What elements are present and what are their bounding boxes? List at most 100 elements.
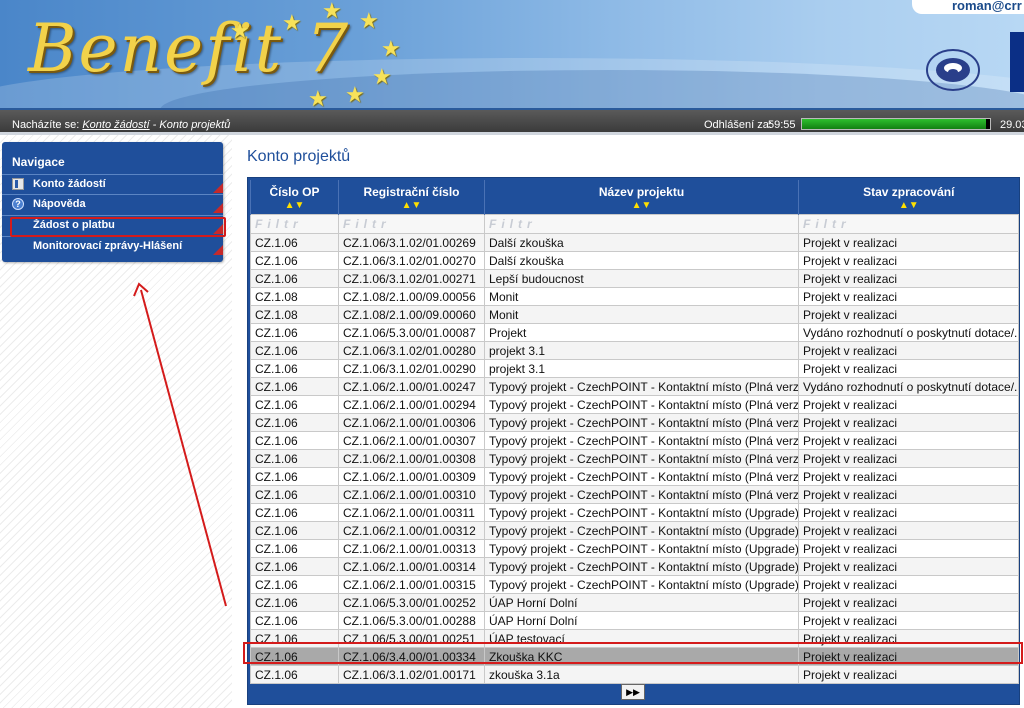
star-icon: ★ bbox=[359, 8, 379, 33]
filter-cell[interactable]: Filtr bbox=[250, 214, 339, 234]
table-cell: Monit bbox=[484, 287, 799, 306]
table-cell: Typový projekt - CzechPOINT - Kontaktní … bbox=[484, 521, 799, 540]
table-cell: CZ.1.06/2.1.00/01.00306 bbox=[338, 413, 485, 432]
table-row[interactable]: CZ.1.06 CZ.1.06/2.1.00/01.00294 Typový pro… bbox=[250, 395, 1019, 414]
table-cell: CZ.1.06/2.1.00/01.00309 bbox=[338, 467, 485, 486]
table-row[interactable]: CZ.1.06 CZ.1.06/3.1.02/01.00290 projekt 3.… bbox=[250, 359, 1019, 378]
column-header-op[interactable]: Číslo OP ▲▼ bbox=[250, 180, 339, 215]
ministry-color-block bbox=[1010, 32, 1024, 92]
filter-cell[interactable]: Filtr bbox=[484, 214, 799, 234]
table-row[interactable]: CZ.1.06 CZ.1.06/2.1.00/01.00306 Typový pro… bbox=[250, 413, 1019, 432]
table-cell: CZ.1.06/3.1.02/01.00270 bbox=[338, 251, 485, 270]
sort-arrows-icon[interactable]: ▲▼ bbox=[485, 199, 798, 212]
table-row[interactable]: CZ.1.06 CZ.1.06/2.1.00/01.00311 Typový pro… bbox=[250, 503, 1019, 522]
star-icon: ★ bbox=[381, 36, 401, 61]
column-header-name[interactable]: Název projektu ▲▼ bbox=[484, 180, 799, 215]
column-header-status[interactable]: Stav zpracování ▲▼ bbox=[798, 180, 1019, 215]
table-cell: Projekt v realizaci bbox=[798, 233, 1019, 252]
sort-arrows-icon[interactable]: ▲▼ bbox=[339, 199, 484, 212]
table-cell: CZ.1.06 bbox=[250, 431, 339, 450]
table-cell: CZ.1.06/2.1.00/01.00315 bbox=[338, 575, 485, 594]
navigation-panel: Navigace Konto žádostí ? Nápověda Žádost… bbox=[2, 142, 223, 262]
table-cell: ÚAP Horní Dolní bbox=[484, 593, 799, 612]
table-cell: Projekt v realizaci bbox=[798, 665, 1019, 684]
table-row[interactable]: CZ.1.06 CZ.1.06/5.3.00/01.00288 ÚAP Horní … bbox=[250, 611, 1019, 630]
column-header-reg[interactable]: Registrační číslo ▲▼ bbox=[338, 180, 485, 215]
table-cell: Projekt v realizaci bbox=[798, 449, 1019, 468]
table-cell: CZ.1.06/5.3.00/01.00288 bbox=[338, 611, 485, 630]
table-row[interactable]: CZ.1.06 CZ.1.06/2.1.00/01.00310 Typový pro… bbox=[250, 485, 1019, 504]
user-name[interactable]: roman@crr bbox=[912, 0, 1024, 14]
table-cell: CZ.1.06 bbox=[250, 269, 339, 288]
projects-grid: Číslo OP ▲▼ Registrační číslo ▲▼ Název pro… bbox=[247, 177, 1020, 705]
table-row[interactable]: CZ.1.06 CZ.1.06/2.1.00/01.00312 Typový pro… bbox=[250, 521, 1019, 540]
table-cell: CZ.1.08 bbox=[250, 287, 339, 306]
table-row[interactable]: CZ.1.06 CZ.1.06/2.1.00/01.00315 Typový pro… bbox=[250, 575, 1019, 594]
table-cell: CZ.1.06 bbox=[250, 575, 339, 594]
table-cell: Projekt v realizaci bbox=[798, 593, 1019, 612]
logout-timer: 59:55 bbox=[768, 119, 796, 131]
table-cell: Další zkouška bbox=[484, 251, 799, 270]
table-cell: Projekt v realizaci bbox=[798, 485, 1019, 504]
table-header-row: Číslo OP ▲▼ Registrační číslo ▲▼ Název pro… bbox=[250, 180, 1019, 215]
table-row[interactable]: CZ.1.06 CZ.1.06/3.1.02/01.00280 projekt 3.… bbox=[250, 341, 1019, 360]
table-cell: Projekt v realizaci bbox=[798, 611, 1019, 630]
table-cell: CZ.1.06/5.3.00/01.00252 bbox=[338, 593, 485, 612]
table-cell: Projekt v realizaci bbox=[798, 395, 1019, 414]
table-cell: Další zkouška bbox=[484, 233, 799, 252]
table-cell: Vydáno rozhodnutí o poskytnutí dotace/..… bbox=[798, 323, 1019, 342]
nav-item-label: Konto žádostí bbox=[33, 178, 106, 190]
table-row[interactable]: CZ.1.06 CZ.1.06/3.1.02/01.00269 Další zkou… bbox=[250, 233, 1019, 252]
header-banner: Benefit 7 ★ ★ ★ ★ ★ ★ ★ ★ roman@crr bbox=[0, 0, 1024, 108]
table-row[interactable]: CZ.1.06 CZ.1.06/2.1.00/01.00307 Typový pro… bbox=[250, 431, 1019, 450]
ministry-logo-icon bbox=[926, 49, 980, 91]
table-cell: CZ.1.06 bbox=[250, 323, 339, 342]
star-icon: ★ bbox=[308, 86, 328, 109]
table-cell: Typový projekt - CzechPOINT - Kontaktní … bbox=[484, 503, 799, 522]
table-cell: Vydáno rozhodnutí o poskytnutí dotace/..… bbox=[798, 377, 1019, 396]
nav-title: Navigace bbox=[12, 155, 65, 169]
breadcrumb-link[interactable]: Konto žádostí bbox=[82, 119, 149, 131]
table-cell: CZ.1.06 bbox=[250, 665, 339, 684]
star-icon: ★ bbox=[282, 10, 302, 35]
nav-item-konto-zadosti[interactable]: Konto žádostí bbox=[2, 174, 223, 193]
date-text: 29.03 bbox=[1000, 119, 1024, 131]
filter-cell[interactable]: Filtr bbox=[338, 214, 485, 234]
nav-item-napoveda[interactable]: ? Nápověda bbox=[2, 194, 223, 213]
filter-cell[interactable]: Filtr bbox=[798, 214, 1019, 234]
page-title: Konto projektů bbox=[247, 148, 351, 165]
session-progress-fill bbox=[802, 119, 987, 129]
filter-row: Filtr Filtr Filtr Filtr bbox=[250, 214, 1019, 234]
nav-item-monitorovaci-zpravy[interactable]: Monitorovací zprávy-Hlášení bbox=[2, 236, 223, 255]
sort-arrows-icon[interactable]: ▲▼ bbox=[251, 199, 338, 212]
table-row[interactable]: CZ.1.06 CZ.1.06/2.1.00/01.00247 Typový pro… bbox=[250, 377, 1019, 396]
table-row[interactable]: CZ.1.06 CZ.1.06/3.1.02/01.00270 Další zkou… bbox=[250, 251, 1019, 270]
table-cell: CZ.1.08 bbox=[250, 305, 339, 324]
table-row[interactable]: CZ.1.08 CZ.1.08/2.1.00/09.00056 Monit Proje… bbox=[250, 287, 1019, 306]
table-row[interactable]: CZ.1.06 CZ.1.06/2.1.00/01.00309 Typový pro… bbox=[250, 467, 1019, 486]
table-cell: Monit bbox=[484, 305, 799, 324]
table-row[interactable]: CZ.1.06 CZ.1.06/2.1.00/01.00313 Typový pro… bbox=[250, 539, 1019, 558]
star-icon: ★ bbox=[372, 64, 392, 89]
table-cell: CZ.1.06/3.1.02/01.00290 bbox=[338, 359, 485, 378]
table-cell: CZ.1.06 bbox=[250, 611, 339, 630]
table-cell: CZ.1.06/2.1.00/01.00310 bbox=[338, 485, 485, 504]
book-icon bbox=[12, 178, 24, 190]
nav-item-label: Monitorovací zprávy-Hlášení bbox=[33, 240, 183, 252]
selected-row-highlight bbox=[243, 642, 1023, 664]
star-icon: ★ bbox=[345, 82, 365, 107]
table-row[interactable]: CZ.1.06 CZ.1.06/2.1.00/01.00314 Typový pro… bbox=[250, 557, 1019, 576]
table-row[interactable]: CZ.1.06 CZ.1.06/5.3.00/01.00252 ÚAP Horní … bbox=[250, 593, 1019, 612]
table-cell: Projekt v realizaci bbox=[798, 287, 1019, 306]
table-row[interactable]: CZ.1.08 CZ.1.08/2.1.00/09.00060 Monit Proje… bbox=[250, 305, 1019, 324]
table-cell: CZ.1.06/3.1.02/01.00271 bbox=[338, 269, 485, 288]
table-row[interactable]: CZ.1.06 CZ.1.06/2.1.00/01.00308 Typový pro… bbox=[250, 449, 1019, 468]
breadcrumb-current: Konto projektů bbox=[159, 119, 231, 131]
sort-arrows-icon[interactable]: ▲▼ bbox=[799, 199, 1019, 212]
table-row[interactable]: CZ.1.06 CZ.1.06/5.3.00/01.00087 Projekt Vyd… bbox=[250, 323, 1019, 342]
table-cell: CZ.1.06 bbox=[250, 557, 339, 576]
table-row[interactable]: CZ.1.06 CZ.1.06/3.1.02/01.00171 zkouška 3.… bbox=[250, 665, 1019, 684]
table-row[interactable]: CZ.1.06 CZ.1.06/3.1.02/01.00271 Lepší budo… bbox=[250, 269, 1019, 288]
table-cell: Typový projekt - CzechPOINT - Kontaktní … bbox=[484, 377, 799, 396]
next-page-button[interactable]: ▶▶ bbox=[621, 684, 645, 700]
